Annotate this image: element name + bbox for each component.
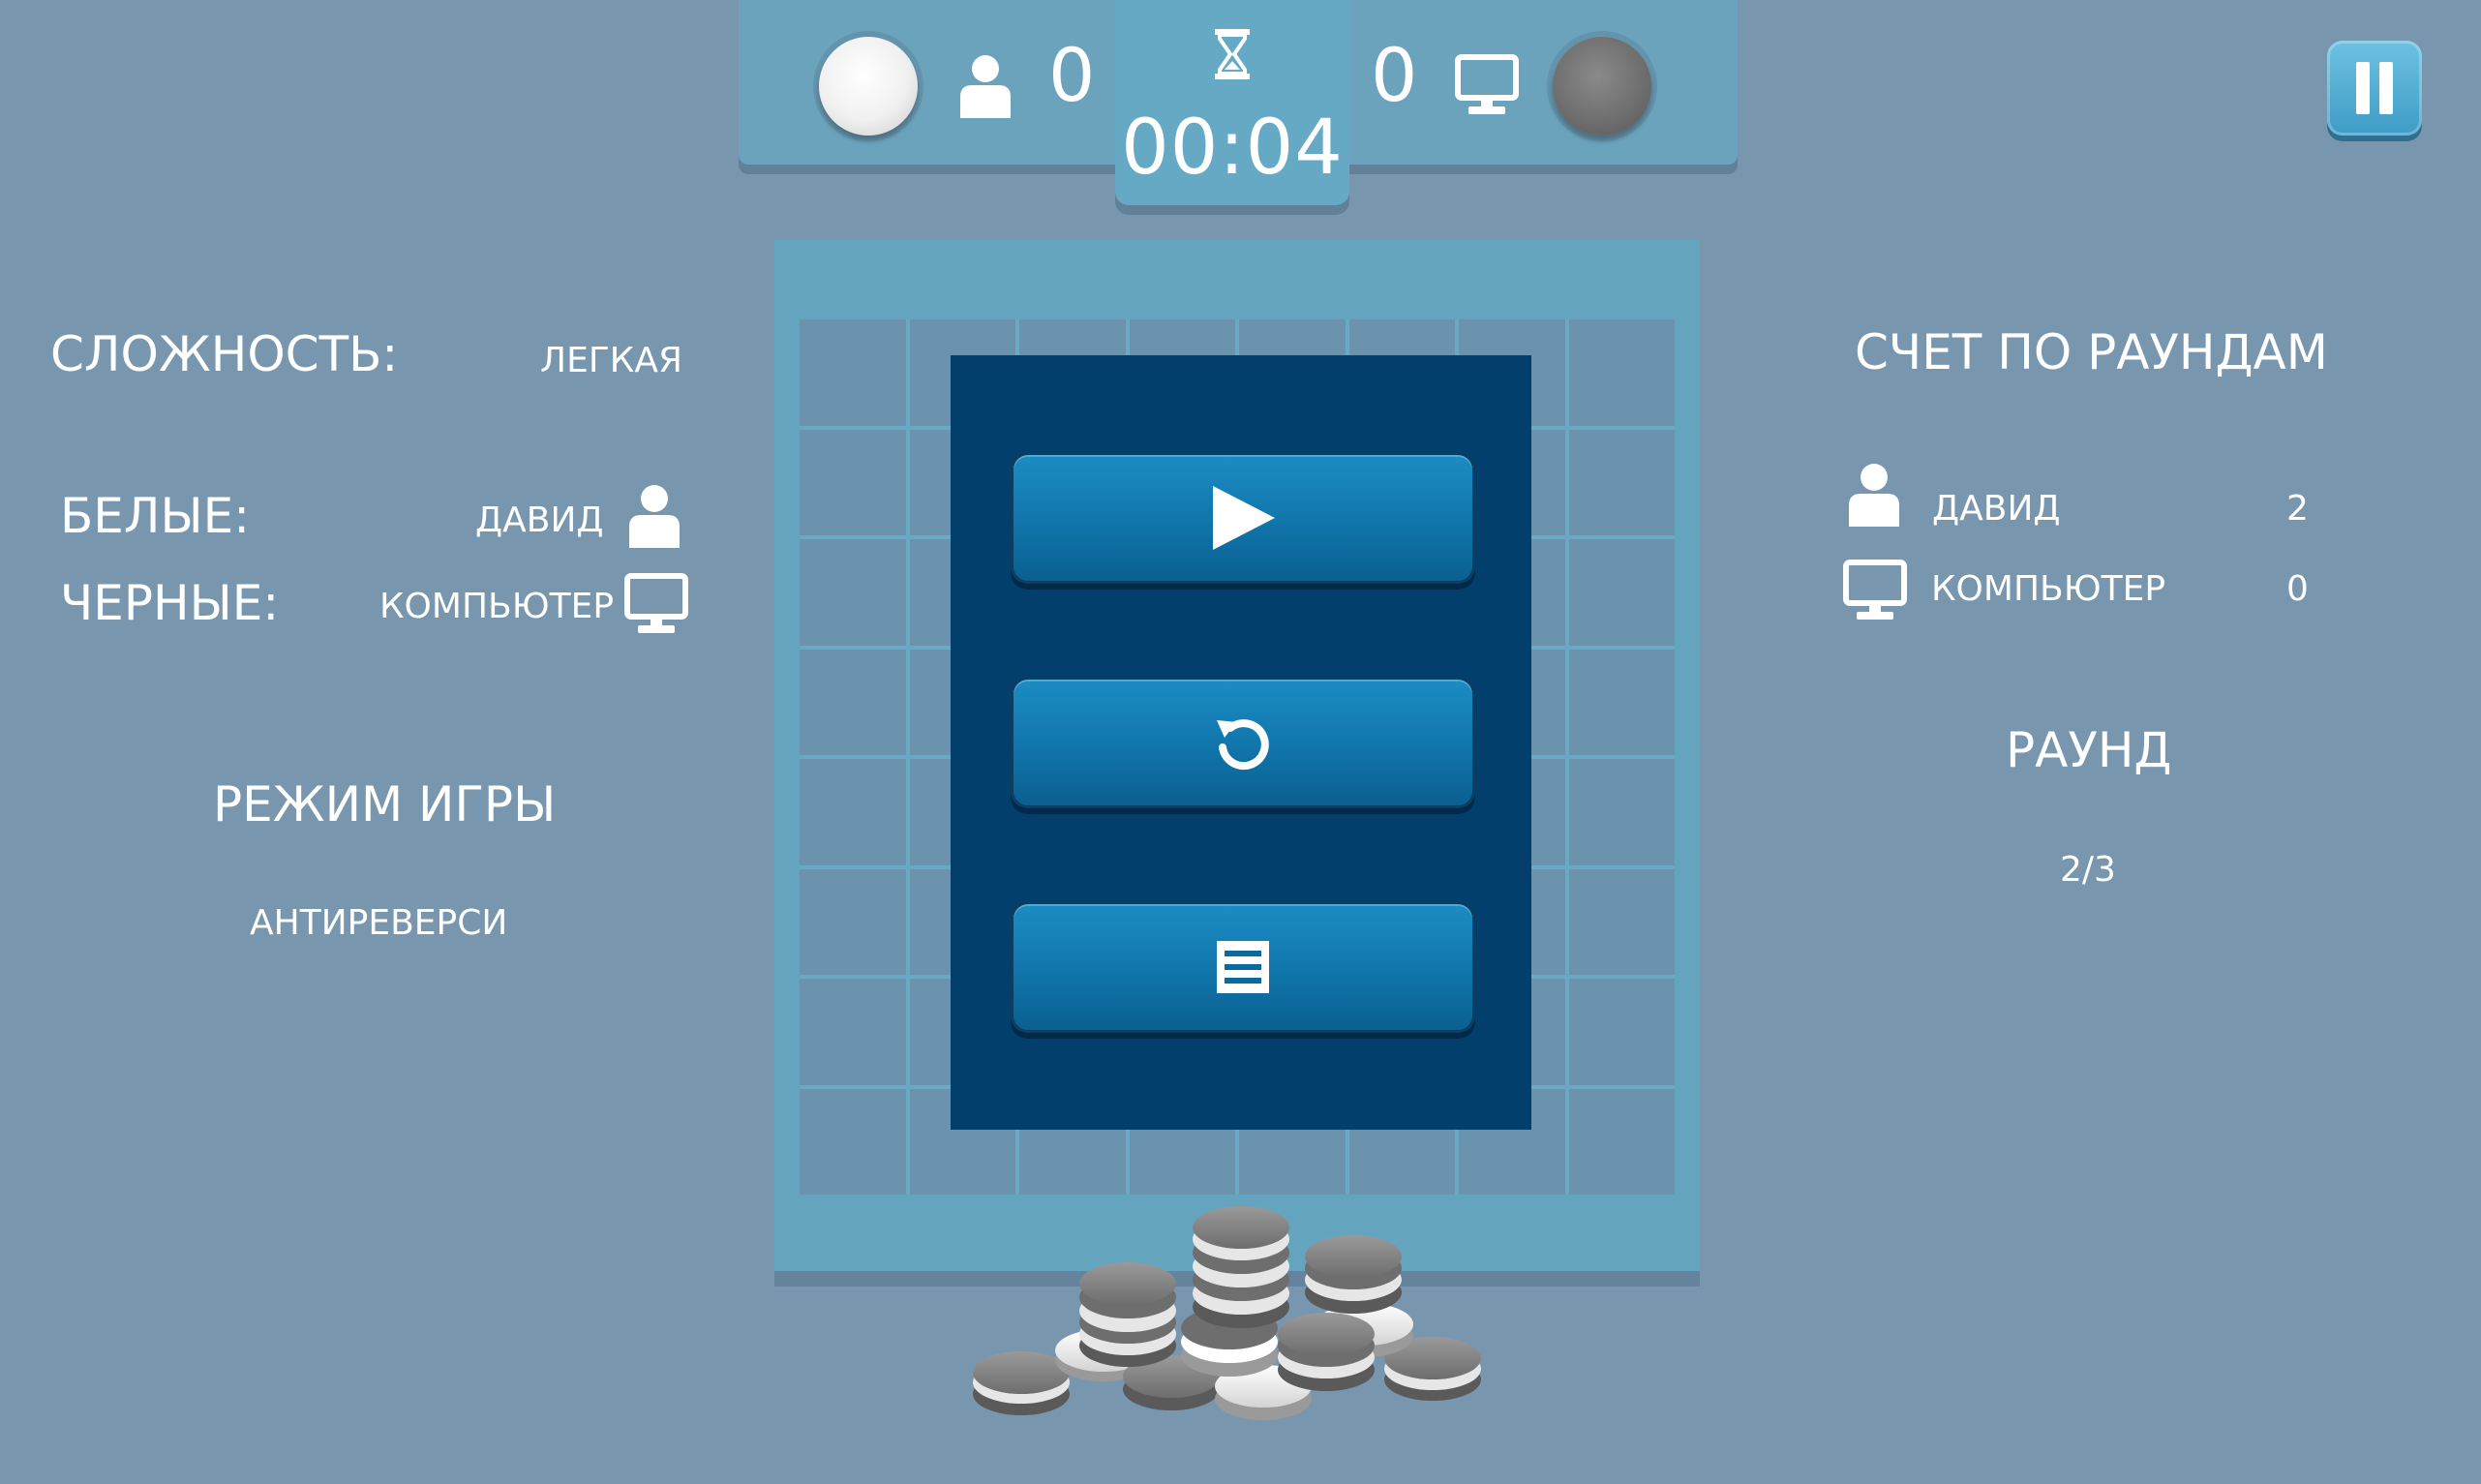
white-player-name: ДАВИД bbox=[475, 500, 604, 540]
black-player-computer-icon bbox=[624, 573, 688, 633]
round-player-score: 2 bbox=[2286, 489, 2309, 529]
pause-menu-panel bbox=[951, 355, 1531, 1130]
list-icon bbox=[1217, 941, 1269, 993]
pause-button[interactable] bbox=[2327, 41, 2422, 136]
restart-button[interactable] bbox=[1011, 677, 1475, 808]
round-computer-icon bbox=[1843, 560, 1907, 620]
round-computer-name: КОМПЬЮТЕР bbox=[1931, 569, 2166, 609]
player-score: 0 bbox=[1048, 32, 1096, 118]
black-disc-icon bbox=[1553, 37, 1651, 136]
computer-score: 0 bbox=[1371, 32, 1418, 118]
pause-icon bbox=[2356, 62, 2370, 114]
black-player-name: КОМПЬЮТЕР bbox=[379, 587, 615, 626]
round-score-title: СЧЕТ ПО РАУНДАМ bbox=[1855, 324, 2328, 380]
restart-icon bbox=[1217, 719, 1269, 771]
white-disc-icon bbox=[819, 37, 918, 136]
round-player-user-icon bbox=[1849, 464, 1899, 527]
game-mode-value: АНТИРЕВЕРСИ bbox=[250, 903, 508, 943]
round-title: РАУНД bbox=[2006, 722, 2172, 778]
play-icon bbox=[1213, 486, 1275, 550]
menu-button[interactable] bbox=[1011, 901, 1475, 1033]
player-user-icon bbox=[960, 55, 1011, 118]
round-value: 2/3 bbox=[2060, 850, 2116, 890]
difficulty-value: ЛЕГКАЯ bbox=[540, 341, 682, 380]
round-player-name: ДАВИД bbox=[1932, 489, 2061, 529]
computer-icon bbox=[1455, 54, 1519, 114]
white-player-user-icon bbox=[629, 485, 680, 548]
black-label: ЧЕРНЫЕ: bbox=[60, 575, 280, 631]
white-label: БЕЛЫЕ: bbox=[60, 488, 251, 544]
play-button[interactable] bbox=[1011, 452, 1475, 584]
difficulty-label: СЛОЖНОСТЬ: bbox=[50, 326, 399, 382]
round-computer-score: 0 bbox=[2286, 569, 2309, 609]
game-mode-title: РЕЖИМ ИГРЫ bbox=[213, 776, 557, 833]
hourglass-icon bbox=[1215, 29, 1250, 79]
disc-pile-decoration bbox=[973, 1206, 1481, 1420]
timer-readout: 00:04 bbox=[1121, 105, 1344, 192]
timer-panel: 00:04 bbox=[1115, 0, 1349, 205]
